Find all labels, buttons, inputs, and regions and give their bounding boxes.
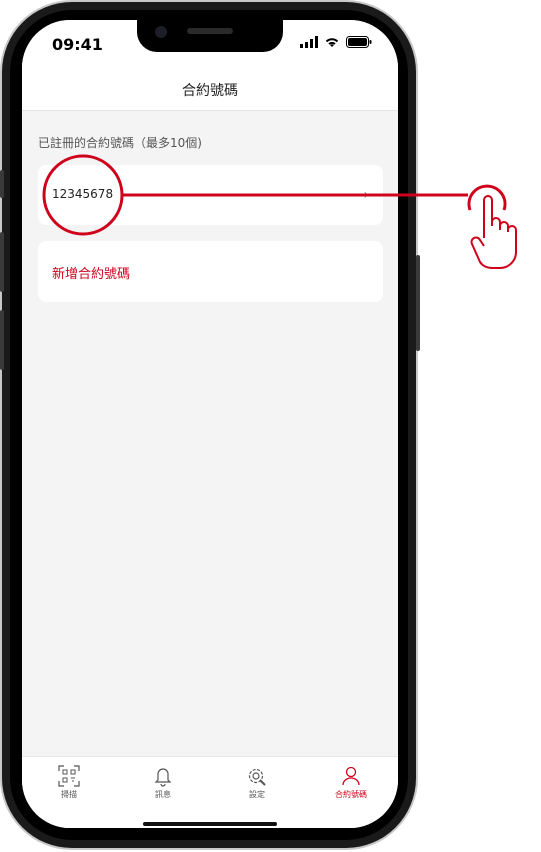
tap-annotation [42,154,517,269]
hand-pointer-icon [470,195,517,269]
highlight-circle [42,154,124,236]
